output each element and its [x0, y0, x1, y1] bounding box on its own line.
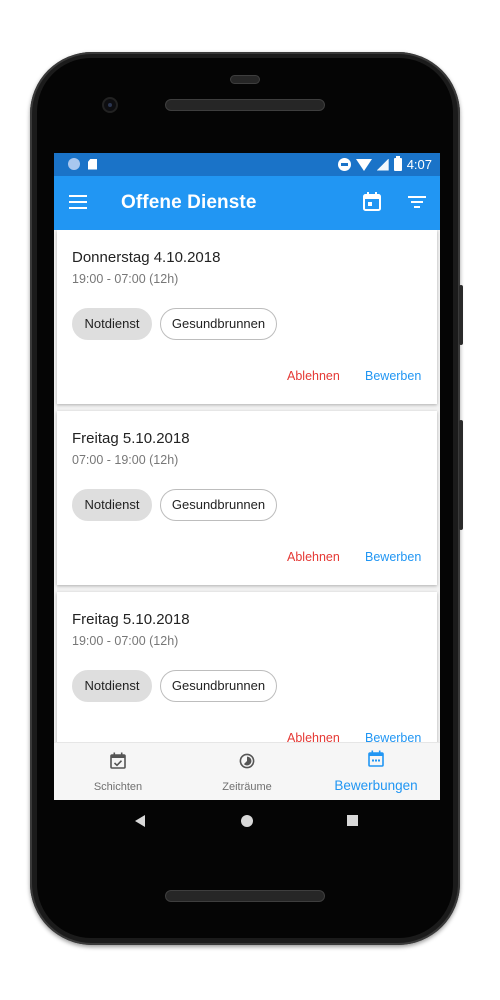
calendar-dots-icon: [368, 750, 384, 767]
timelapse-icon: [239, 753, 255, 769]
shift-card: Donnerstag 4.10.2018 19:00 - 07:00 (12h)…: [57, 230, 437, 404]
back-icon[interactable]: [135, 815, 145, 827]
reject-button[interactable]: Ablehnen: [287, 731, 340, 742]
status-time: 4:07: [406, 157, 432, 172]
cell-signal-icon: [376, 158, 389, 171]
app-bar: Offene Dienste: [54, 176, 440, 230]
nav-item-schichten[interactable]: Schichten: [54, 743, 182, 800]
top-speaker: [165, 99, 325, 111]
page-title: Offene Dienste: [121, 192, 257, 213]
shift-card: Freitag 5.10.2018 07:00 - 19:00 (12h) No…: [57, 411, 437, 585]
shift-date: Donnerstag 4.10.2018: [72, 249, 221, 266]
nav-label: Zeiträume: [222, 781, 272, 793]
reject-button[interactable]: Ablehnen: [287, 369, 340, 383]
apply-button[interactable]: Bewerben: [365, 731, 421, 742]
top-sensor: [230, 75, 260, 84]
nav-item-bewerbungen[interactable]: Bewerbungen: [312, 743, 440, 800]
filter-list-icon[interactable]: [408, 196, 426, 210]
home-icon[interactable]: [241, 815, 253, 827]
do-not-disturb-icon: [337, 158, 351, 171]
shift-time: 07:00 - 19:00 (12h): [72, 453, 179, 467]
calendar-check-icon: [110, 752, 126, 769]
front-camera: [102, 97, 118, 113]
shift-type-chip[interactable]: Notdienst: [72, 489, 152, 521]
shift-date: Freitag 5.10.2018: [72, 430, 190, 447]
reject-button[interactable]: Ablehnen: [287, 550, 340, 564]
location-chip[interactable]: Gesundbrunnen: [160, 489, 277, 521]
apply-button[interactable]: Bewerben: [365, 550, 421, 564]
nav-item-zeitraeume[interactable]: Zeiträume: [183, 743, 311, 800]
location-chip[interactable]: Gesundbrunnen: [160, 670, 277, 702]
shift-date: Freitag 5.10.2018: [72, 611, 190, 628]
hamburger-menu-icon[interactable]: [69, 195, 87, 209]
status-bar: 4:07: [54, 153, 440, 176]
battery-icon: [393, 156, 402, 171]
shift-time: 19:00 - 07:00 (12h): [72, 272, 179, 286]
system-navigation-bar: [54, 800, 440, 844]
app-screen: 4:07 Offene Dienste Donnerstag 4.10.2018…: [54, 153, 440, 800]
shift-type-chip[interactable]: Notdienst: [72, 670, 152, 702]
calendar-today-icon[interactable]: [363, 192, 381, 211]
nav-label: Schichten: [93, 781, 143, 793]
wifi-icon: [355, 158, 372, 171]
shift-list: Donnerstag 4.10.2018 19:00 - 07:00 (12h)…: [54, 230, 440, 742]
sd-card-icon: [88, 158, 97, 170]
apply-button[interactable]: Bewerben: [365, 369, 421, 383]
volume-button: [459, 420, 463, 530]
shift-type-chip[interactable]: Notdienst: [72, 308, 152, 340]
shift-time: 19:00 - 07:00 (12h): [72, 634, 179, 648]
recent-apps-icon[interactable]: [347, 815, 358, 826]
shift-card: Freitag 5.10.2018 19:00 - 07:00 (12h) No…: [57, 592, 437, 742]
bottom-speaker: [165, 890, 325, 902]
location-chip[interactable]: Gesundbrunnen: [160, 308, 277, 340]
power-button: [459, 285, 463, 345]
bottom-navigation: Schichten Zeiträume Bewerbungen: [54, 742, 440, 800]
notification-dot-icon: [68, 158, 80, 170]
nav-label: Bewerbungen: [334, 778, 418, 793]
